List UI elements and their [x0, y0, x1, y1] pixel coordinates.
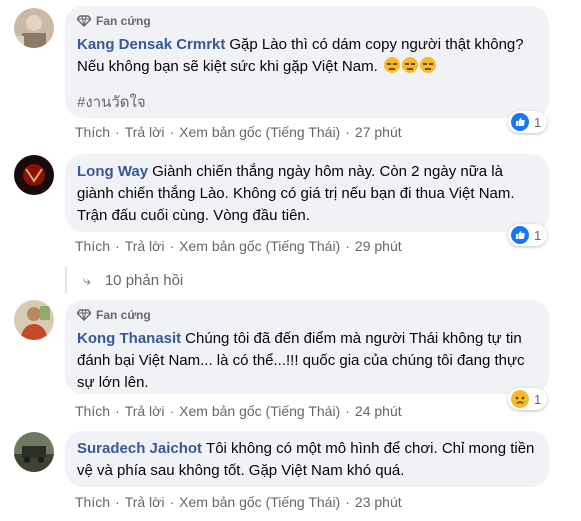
expressionless-face-icon: [401, 57, 418, 73]
comment-bubble: Fan cứng Kang Densak Crmrkt Gặp Lào thì c…: [65, 6, 549, 118]
like-link[interactable]: Thích: [75, 238, 110, 254]
comment-actions: Thích · Trả lời · Xem bản gốc (Tiếng Thái) · 2…: [75, 494, 402, 510]
like-icon: [511, 226, 529, 244]
reply-link[interactable]: Trả lời: [125, 494, 165, 510]
comment-actions: Thích · Trả lời · Xem bản gốc (Tiếng Thái) · 2…: [75, 124, 402, 140]
avatar[interactable]: [14, 432, 54, 472]
avatar[interactable]: [14, 300, 54, 340]
view-replies[interactable]: ⤷ 10 phản hồi: [65, 266, 183, 294]
comment-bubble: Long Way Giành chiến thắng ngày hôm này. …: [65, 154, 549, 232]
sad-icon: [511, 390, 529, 408]
comment-actions: Thích · Trả lời · Xem bản gốc (Tiếng Thái) · 2…: [75, 403, 402, 419]
comment-bubble: Fan cứng Kong Thanasit Chúng tôi đã đến đ…: [65, 300, 549, 394]
author-name[interactable]: Suradech Jaichot: [77, 440, 202, 457]
comment-text: Long Way Giành chiến thắng ngày hôm này. …: [77, 161, 537, 227]
reaction-number: 1: [534, 391, 542, 407]
comment-actions: Thích · Trả lời · Xem bản gốc (Tiếng Thái) · 2…: [75, 238, 402, 254]
reply-link[interactable]: Trả lời: [125, 403, 165, 419]
fan-badge-label: Fan cứng: [96, 14, 151, 28]
reply-link[interactable]: Trả lời: [125, 124, 165, 140]
reaction-count[interactable]: 1: [508, 111, 548, 133]
expressionless-face-icon: [383, 57, 400, 73]
comment-text: Kong Thanasit Chúng tôi đã đến điểm mà ng…: [77, 328, 537, 394]
timestamp[interactable]: 29 phút: [355, 238, 402, 254]
thread-line: [65, 266, 67, 294]
see-original-link[interactable]: Xem bản gốc (Tiếng Thái): [179, 494, 340, 510]
expressionless-face-icon: [419, 57, 436, 73]
avatar[interactable]: [14, 8, 54, 48]
like-icon: [511, 113, 529, 131]
timestamp[interactable]: 23 phút: [355, 494, 402, 510]
hashtag[interactable]: #งานวัดใจ: [77, 90, 537, 114]
timestamp[interactable]: 24 phút: [355, 403, 402, 419]
comment-bubble: Suradech Jaichot Tôi không có một mô hình…: [65, 431, 549, 487]
avatar[interactable]: [14, 155, 54, 195]
diamond-icon: [77, 309, 91, 321]
reply-link[interactable]: Trả lời: [125, 238, 165, 254]
diamond-icon: [77, 15, 91, 27]
reaction-count[interactable]: 1: [508, 224, 548, 246]
like-link[interactable]: Thích: [75, 403, 110, 419]
comment-text: Kang Densak Crmrkt Gặp Lào thì có dám cop…: [77, 34, 537, 78]
like-link[interactable]: Thích: [75, 124, 110, 140]
see-original-link[interactable]: Xem bản gốc (Tiếng Thái): [179, 124, 340, 140]
like-link[interactable]: Thích: [75, 494, 110, 510]
fan-badge-label: Fan cứng: [96, 308, 151, 322]
reply-arrow-icon: ⤷: [83, 271, 91, 288]
see-original-link[interactable]: Xem bản gốc (Tiếng Thái): [179, 238, 340, 254]
timestamp[interactable]: 27 phút: [355, 124, 402, 140]
comment-text: Suradech Jaichot Tôi không có một mô hình…: [77, 438, 537, 482]
author-name[interactable]: Kang Densak Crmrkt: [77, 36, 225, 53]
reaction-number: 1: [534, 227, 542, 243]
reaction-count[interactable]: 1: [508, 388, 548, 410]
reaction-number: 1: [534, 114, 542, 130]
fan-badge: Fan cứng: [77, 308, 537, 322]
see-original-link[interactable]: Xem bản gốc (Tiếng Thái): [179, 403, 340, 419]
fan-badge: Fan cứng: [77, 14, 537, 28]
replies-label[interactable]: 10 phản hồi: [105, 272, 183, 289]
author-name[interactable]: Kong Thanasit: [77, 330, 181, 347]
author-name[interactable]: Long Way: [77, 163, 148, 180]
